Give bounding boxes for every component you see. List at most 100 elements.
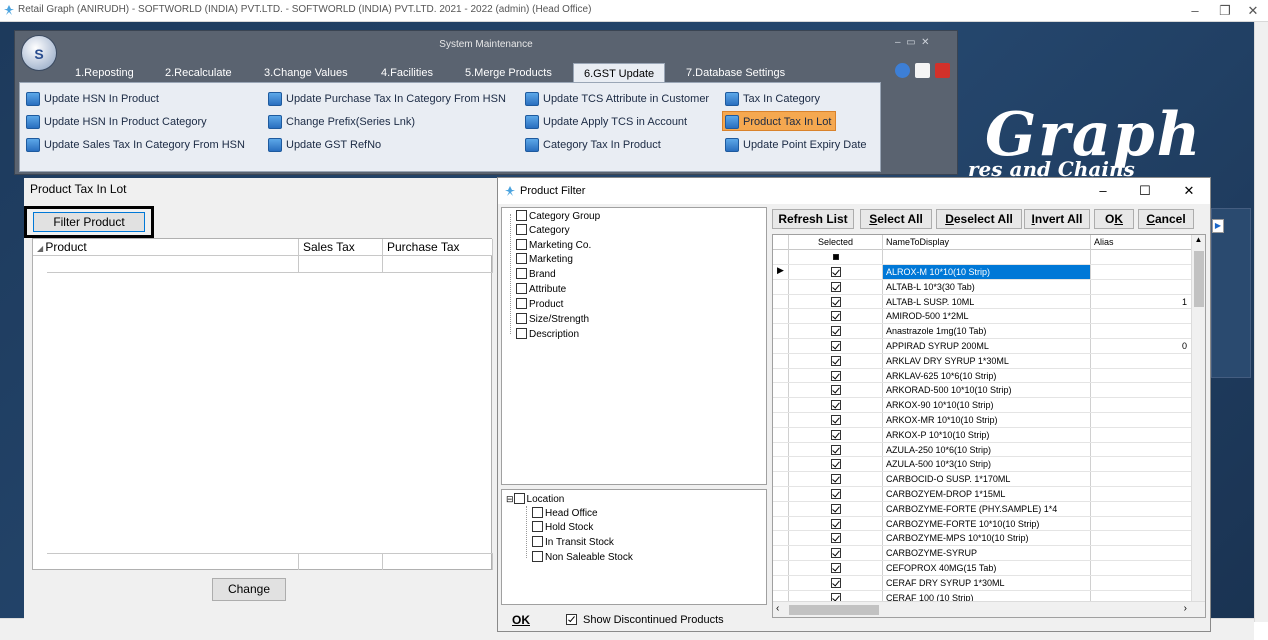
selected-cell[interactable] bbox=[789, 487, 883, 501]
grid-cell[interactable] bbox=[47, 256, 299, 273]
tab-database-settings[interactable]: 7.Database Settings bbox=[686, 63, 785, 83]
tree-node-size-strength[interactable]: Size/Strength bbox=[516, 313, 589, 327]
selected-cell[interactable] bbox=[789, 427, 883, 442]
scroll-left-icon[interactable]: ‹ bbox=[776, 603, 779, 614]
row-checkbox[interactable] bbox=[830, 296, 841, 307]
checkbox[interactable] bbox=[532, 551, 543, 562]
product-name-cell[interactable]: CARBOZYME-MPS 10*10(10 Strip) bbox=[883, 531, 1091, 546]
product-name-cell[interactable]: ARKOX-90 10*10(10 Strip) bbox=[883, 398, 1091, 412]
row-checkbox[interactable] bbox=[830, 341, 841, 351]
product-name-cell[interactable]: Anastrazole 1mg(10 Tab) bbox=[883, 324, 1091, 338]
scroll-thumb[interactable] bbox=[789, 605, 879, 615]
row-checkbox[interactable] bbox=[830, 415, 841, 425]
row-checkbox[interactable] bbox=[830, 548, 841, 559]
table-row[interactable]: ARKORAD-500 10*10(10 Strip) bbox=[773, 383, 1193, 399]
alias-cell[interactable] bbox=[1091, 546, 1193, 560]
alias-cell[interactable] bbox=[1091, 531, 1193, 545]
tree-node-location[interactable]: ⊟ Location bbox=[506, 492, 564, 506]
selected-cell[interactable] bbox=[789, 413, 883, 427]
checkbox[interactable] bbox=[516, 328, 527, 339]
selected-cell[interactable] bbox=[789, 324, 883, 338]
location-tree[interactable]: ⊟ Location Head Office Hold Stock In Tran… bbox=[501, 489, 767, 605]
scroll-up-icon[interactable]: ▲ bbox=[1192, 235, 1205, 244]
category-tree[interactable]: Category Group Category Marketing Co. Ma… bbox=[501, 207, 767, 485]
row-checkbox[interactable] bbox=[830, 355, 841, 366]
document-icon[interactable] bbox=[915, 63, 930, 78]
selected-cell[interactable] bbox=[789, 501, 883, 516]
close-button[interactable]: ✕ bbox=[1172, 181, 1206, 201]
product-name-cell[interactable]: CARBOZYME-FORTE 10*10(10 Strip) bbox=[883, 516, 1091, 531]
table-row[interactable]: CARBOCID-O SUSP. 1*170ML bbox=[773, 472, 1193, 487]
product-name-cell[interactable]: ALROX-M 10*10(10 Strip) bbox=[883, 265, 1091, 279]
row-checkbox[interactable] bbox=[830, 444, 841, 455]
tab-facilities[interactable]: 4.Facilities bbox=[381, 63, 433, 83]
row-checkbox[interactable] bbox=[830, 459, 841, 470]
table-row[interactable]: CARBOZYEM-DROP 1*15ML bbox=[773, 487, 1193, 502]
table-row[interactable]: AZULA-250 10*6(10 Strip) bbox=[773, 442, 1193, 458]
close-button[interactable]: ✕ bbox=[1238, 2, 1268, 20]
checkbox[interactable] bbox=[513, 493, 525, 504]
filter-product-button[interactable]: Filter Product bbox=[33, 212, 145, 232]
update-gst-refno[interactable]: Update GST RefNo bbox=[266, 135, 381, 155]
tree-node-marketing[interactable]: Marketing bbox=[516, 253, 573, 267]
product-name-cell[interactable]: ALTAB-L SUSP. 10ML bbox=[883, 294, 1091, 309]
tree-node-head-office[interactable]: Head Office bbox=[532, 507, 598, 521]
checkbox[interactable] bbox=[566, 614, 577, 625]
selected-cell[interactable] bbox=[789, 339, 883, 353]
row-checkbox[interactable] bbox=[830, 563, 841, 573]
row-checkbox[interactable] bbox=[830, 518, 841, 529]
table-row[interactable]: ARKLAV DRY SYRUP 1*30ML bbox=[773, 353, 1193, 369]
product-name-cell[interactable]: APPIRAD SYRUP 200ML bbox=[883, 339, 1091, 353]
row-checkbox[interactable] bbox=[830, 385, 841, 396]
alias-cell[interactable] bbox=[1091, 280, 1193, 294]
tab-change-values[interactable]: 3.Change Values bbox=[264, 63, 348, 83]
alias-cell[interactable] bbox=[1091, 413, 1193, 427]
tree-node-description[interactable]: Description bbox=[516, 328, 579, 342]
update-hsn-in-product-category[interactable]: Update HSN In Product Category bbox=[24, 112, 207, 132]
selected-cell[interactable] bbox=[789, 472, 883, 486]
checkbox[interactable] bbox=[516, 224, 527, 235]
alias-cell[interactable] bbox=[1091, 369, 1193, 383]
tab-recalculate[interactable]: 2.Recalculate bbox=[165, 63, 232, 83]
table-row[interactable]: CEFOPROX 40MG(15 Tab) bbox=[773, 561, 1193, 576]
scroll-thumb[interactable] bbox=[1194, 251, 1204, 307]
selected-cell[interactable] bbox=[789, 516, 883, 531]
table-row[interactable]: CARBOZYME-FORTE (PHY.SAMPLE) 1*4 bbox=[773, 501, 1193, 517]
help-icon[interactable] bbox=[895, 63, 910, 78]
checkbox[interactable] bbox=[516, 298, 527, 309]
selected-cell[interactable] bbox=[789, 546, 883, 560]
product-name-cell[interactable]: AZULA-500 10*3(10 Strip) bbox=[883, 457, 1091, 472]
change-button[interactable]: Change bbox=[212, 578, 286, 601]
tree-node-category-group[interactable]: Category Group bbox=[516, 210, 600, 224]
invert-all-button[interactable]: Invert All bbox=[1024, 209, 1090, 229]
alias-cell[interactable] bbox=[1091, 443, 1193, 457]
minimize-button[interactable]: – bbox=[1086, 181, 1120, 201]
alias-cell[interactable]: 0 bbox=[1091, 339, 1193, 353]
update-point-expiry-date[interactable]: Update Point Expiry Date bbox=[723, 135, 867, 155]
scroll-right-icon[interactable]: › bbox=[1184, 603, 1187, 614]
alias-cell[interactable] bbox=[1091, 487, 1193, 501]
cancel-button[interactable]: Cancel bbox=[1138, 209, 1194, 229]
exit-icon[interactable] bbox=[935, 63, 950, 78]
checkbox[interactable] bbox=[516, 210, 527, 221]
tree-node-product[interactable]: Product bbox=[516, 298, 563, 312]
row-checkbox[interactable] bbox=[830, 281, 841, 292]
selected-cell[interactable] bbox=[789, 383, 883, 398]
table-row[interactable]: ALTAB-L SUSP. 10ML 1 bbox=[773, 294, 1193, 310]
alias-cell[interactable] bbox=[1091, 265, 1193, 279]
selected-cell[interactable] bbox=[789, 398, 883, 412]
product-name-cell[interactable]: CERAF DRY SYRUP 1*30ML bbox=[883, 575, 1091, 590]
column-header-selected[interactable]: Selected bbox=[789, 235, 883, 250]
selected-cell[interactable] bbox=[789, 457, 883, 472]
alias-cell[interactable]: 1 bbox=[1091, 295, 1193, 309]
alias-cell[interactable] bbox=[1091, 354, 1193, 368]
column-header-alias[interactable]: Alias bbox=[1091, 235, 1193, 250]
product-name-cell[interactable]: CARBOZYEM-DROP 1*15ML bbox=[883, 487, 1091, 501]
update-apply-tcs[interactable]: Update Apply TCS in Account bbox=[523, 112, 687, 132]
product-name-cell[interactable]: AMIROD-500 1*2ML bbox=[883, 309, 1091, 324]
tree-node-non-saleable-stock[interactable]: Non Saleable Stock bbox=[532, 551, 633, 565]
collapse-icon[interactable]: ⊟ bbox=[506, 494, 514, 504]
bottom-ok-button[interactable]: OK bbox=[504, 610, 538, 630]
checkbox[interactable] bbox=[532, 521, 543, 532]
product-tax-in-lot[interactable]: Product Tax In Lot bbox=[722, 111, 837, 131]
